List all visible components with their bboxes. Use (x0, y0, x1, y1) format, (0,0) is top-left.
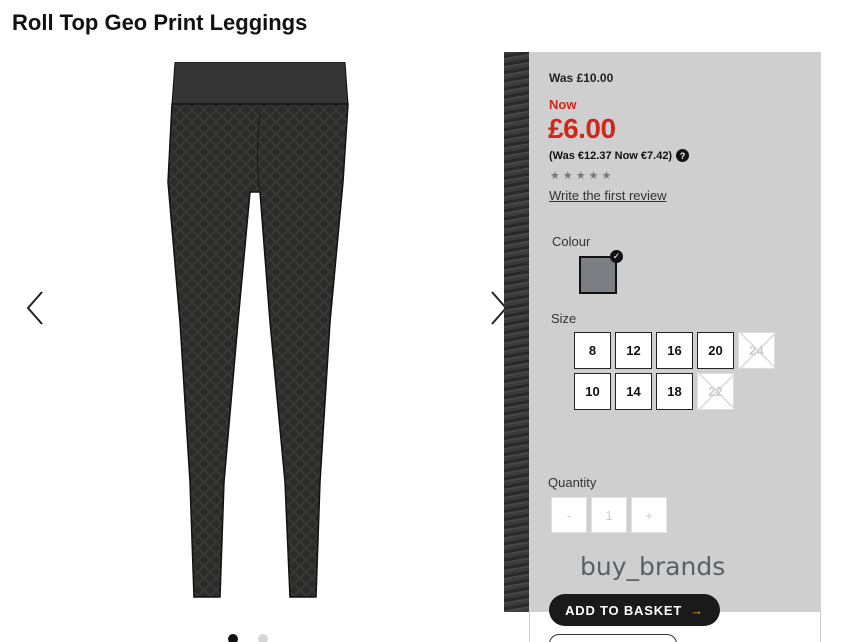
size-selector: 8 12 16 20 24 10 14 18 22 (574, 332, 775, 410)
euro-price-text: (Was €12.37 Now €7.42) (549, 149, 673, 162)
gallery-pagination (228, 634, 268, 642)
size-option-8[interactable]: 8 (574, 332, 611, 369)
arrow-right-icon: → (690, 602, 704, 618)
quantity-label: Quantity (548, 475, 597, 490)
product-title: Roll Top Geo Print Leggings (12, 10, 308, 35)
watermark: buy_brands (580, 552, 726, 581)
star-icon: ★ (562, 170, 573, 182)
product-image (167, 62, 349, 598)
size-option-20[interactable]: 20 (697, 332, 734, 369)
size-option-10[interactable]: 10 (574, 373, 611, 410)
star-icon: ★ (575, 170, 586, 182)
background-texture-strip (504, 52, 529, 612)
star-icon: ★ (550, 170, 560, 182)
size-option-22: 22 (697, 373, 734, 410)
quantity-input[interactable]: 1 (591, 497, 627, 533)
size-option-24: 24 (738, 332, 775, 369)
quantity-increase-button[interactable]: + (631, 497, 667, 533)
secondary-button[interactable] (549, 634, 677, 642)
quantity-stepper: - 1 + (551, 497, 667, 533)
gallery-dot-2[interactable] (258, 634, 268, 642)
product-details-panel: Was £10.00 Now £6.00 (Was €12.37 Now €7.… (529, 52, 821, 612)
add-to-basket-button[interactable]: ADD TO BASKET → (549, 594, 720, 626)
euro-price: (Was €12.37 Now €7.42) ? (549, 149, 690, 162)
chevron-left-icon (26, 291, 43, 325)
help-icon[interactable]: ? (676, 149, 690, 162)
gallery-dot-1[interactable] (228, 634, 238, 642)
was-price: Was £10.00 (549, 71, 614, 85)
write-review-link[interactable]: Write the first review (549, 188, 667, 203)
size-option-12[interactable]: 12 (615, 332, 652, 369)
size-label: Size (551, 311, 577, 326)
now-label: Now (549, 97, 577, 112)
current-price: £6.00 (548, 113, 616, 144)
check-icon: ✓ (610, 250, 623, 263)
product-gallery (0, 52, 518, 642)
add-to-basket-label: ADD TO BASKET (565, 602, 683, 618)
previous-image-button[interactable] (22, 288, 50, 328)
size-option-14[interactable]: 14 (615, 373, 652, 410)
size-option-16[interactable]: 16 (656, 332, 693, 369)
star-icon: ★ (588, 170, 599, 182)
quantity-decrease-button[interactable]: - (551, 497, 587, 533)
star-icon: ★ (601, 170, 612, 182)
rating-stars: ★ ★ ★ ★ ★ (550, 169, 611, 182)
colour-swatch[interactable]: ✓ (579, 250, 623, 294)
size-option-18[interactable]: 18 (656, 373, 693, 410)
colour-label: Colour (552, 234, 591, 249)
